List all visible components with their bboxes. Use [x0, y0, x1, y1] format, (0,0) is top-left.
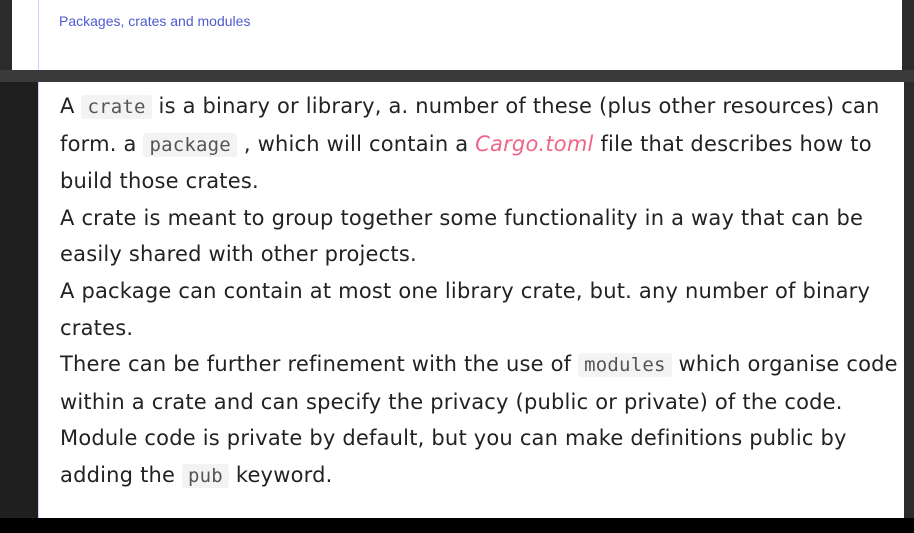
text: There can be further refinement with the…: [60, 352, 579, 377]
header-panel: Packages, crates and modules: [0, 0, 914, 70]
inline-code-pub: pub: [182, 463, 229, 488]
paragraph-privacy: Module code is private by default, but y…: [60, 420, 900, 494]
inline-code-package: package: [143, 132, 237, 157]
left-edge-bar: [0, 0, 12, 70]
body-text: A crate is a binary or library, a. numbe…: [60, 88, 900, 495]
content-panel: A crate is a binary or library, a. numbe…: [38, 82, 904, 518]
paragraph-crate-definition: A crate is a binary or library, a. numbe…: [60, 88, 900, 200]
inline-code-crate: crate: [81, 95, 152, 119]
panel-divider: [0, 70, 914, 82]
right-edge-bar: [904, 82, 914, 518]
inline-code-modules: modules: [578, 353, 672, 378]
paragraph-package-limits: A package can contain at most one librar…: [60, 278, 871, 340]
text: keyword.: [228, 462, 333, 487]
text: , which will contain a: [236, 131, 476, 156]
bottom-bar: [0, 518, 914, 533]
margin-rule: [38, 0, 39, 70]
breadcrumb[interactable]: Packages, crates and modules: [59, 13, 250, 29]
text: Module code is private by default, but y…: [60, 426, 847, 487]
paragraph-modules: There can be further refinement with the…: [60, 346, 900, 420]
margin-rule: [38, 82, 39, 518]
paragraph-crate-purpose: A crate is meant to group together some …: [60, 205, 864, 267]
cargo-toml-link[interactable]: Cargo.toml: [475, 132, 593, 156]
text: A: [60, 94, 82, 118]
right-edge-bar: [902, 0, 914, 70]
